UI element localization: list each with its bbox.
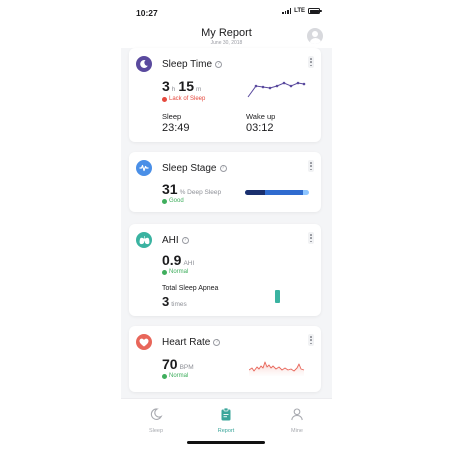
stage-status-text: Good xyxy=(169,198,184,204)
light-sleep-segment xyxy=(264,190,304,195)
ahi-unit: AHI xyxy=(183,260,195,267)
deep-sleep-unit: % Deep Sleep xyxy=(179,189,222,196)
card-title: Heart Rate ? xyxy=(162,337,221,348)
tab-label: Sleep xyxy=(148,428,164,434)
tab-label: Mine xyxy=(291,428,303,434)
bpm-unit: BPM xyxy=(179,364,194,371)
status-indicators: LTE xyxy=(282,8,322,14)
heart-rate-chart xyxy=(249,361,305,376)
sleep-stage-card[interactable]: Sleep Stage ? 31 % Deep Sleep Good xyxy=(129,152,321,212)
card-title: AHI ? xyxy=(162,235,189,246)
apnea-event-bar xyxy=(275,290,280,303)
sleep-stage-title: Sleep Stage xyxy=(162,163,217,174)
info-icon[interactable]: ? xyxy=(219,165,227,172)
moon-icon xyxy=(136,56,152,72)
good-dot-icon xyxy=(162,269,167,275)
ahi-card[interactable]: AHI ? 0.9 AHI Normal Total Sleep Apnea 3… xyxy=(129,224,321,316)
wake-label: Wake up xyxy=(246,112,276,121)
ahi-status: Normal xyxy=(162,269,188,275)
heart-icon xyxy=(136,334,152,350)
tab-sleep[interactable]: Sleep xyxy=(126,407,186,434)
sleep-stage-bar xyxy=(245,190,309,195)
more-options-icon[interactable] xyxy=(308,160,314,172)
wave-icon xyxy=(136,160,152,176)
card-title: Sleep Time ? xyxy=(162,59,223,70)
page-header: My Report June 30, 2018 xyxy=(121,24,332,48)
status-time: 10:27 xyxy=(136,8,158,18)
sleep-status: Lack of Sleep xyxy=(162,96,205,102)
info-icon[interactable]: ? xyxy=(215,61,223,68)
info-icon[interactable]: ? xyxy=(213,339,221,346)
heart-status: Normal xyxy=(162,373,188,379)
heart-rate-card[interactable]: Heart Rate ? 70 BPM Normal xyxy=(129,326,321,392)
phone-screen: 10:27 LTE My Report June 30, 2018 Sleep … xyxy=(121,0,332,450)
sleep-minutes: 15 xyxy=(178,78,194,94)
heart-rate-title: Heart Rate xyxy=(162,337,211,348)
ahi-value: 0.9 AHI xyxy=(162,252,197,268)
lungs-icon xyxy=(136,232,152,248)
tab-label: Report xyxy=(217,428,235,434)
sleep-hours: 3 xyxy=(162,78,170,94)
more-options-icon[interactable] xyxy=(308,334,314,346)
bpm-number: 70 xyxy=(162,356,178,372)
sleep-time-title: Sleep Time xyxy=(162,59,213,70)
sleep-status-text: Lack of Sleep xyxy=(169,96,206,102)
home-indicator[interactable] xyxy=(187,441,265,444)
page-title: My Report xyxy=(201,27,252,39)
apnea-unit: times xyxy=(171,301,187,308)
battery-icon xyxy=(308,8,322,14)
minutes-unit: m xyxy=(196,86,202,93)
hours-unit: h xyxy=(171,86,176,93)
good-dot-icon xyxy=(162,373,167,379)
good-dot-icon xyxy=(162,198,167,204)
sleep-label: Sleep xyxy=(162,112,182,121)
apnea-count: 3 times xyxy=(162,294,190,309)
ahi-status-text: Normal xyxy=(169,269,189,275)
more-options-icon[interactable] xyxy=(308,232,314,244)
heart-rate-value: 70 BPM xyxy=(162,356,197,372)
sleep-time-card[interactable]: Sleep Time ? 3 h 15 m Lack of Sleep Slee… xyxy=(129,48,321,142)
info-icon[interactable]: ? xyxy=(181,237,189,244)
network-label: LTE xyxy=(294,8,305,14)
clipboard-icon xyxy=(221,407,231,421)
ahi-title: AHI xyxy=(162,235,179,246)
deep-sleep-value: 31 % Deep Sleep xyxy=(162,181,224,197)
sleep-trend-chart xyxy=(247,81,306,98)
sleep-start-time: 23:49 xyxy=(162,122,190,134)
ahi-number: 0.9 xyxy=(162,252,182,268)
tab-report[interactable]: Report xyxy=(196,407,256,434)
signal-icon xyxy=(282,8,292,14)
wake-time: 03:12 xyxy=(246,122,274,134)
deep-sleep-segment xyxy=(245,190,265,195)
apnea-label: Total Sleep Apnea xyxy=(162,285,219,292)
card-title: Sleep Stage ? xyxy=(162,163,227,174)
stage-status: Good xyxy=(162,198,184,204)
tab-mine[interactable]: Mine xyxy=(267,407,327,434)
deep-sleep-percent: 31 xyxy=(162,181,178,197)
avatar-icon[interactable] xyxy=(307,28,323,44)
person-outline-icon xyxy=(291,408,303,421)
warning-dot-icon xyxy=(162,96,167,102)
report-date: June 30, 2018 xyxy=(210,40,243,46)
status-bar: 10:27 LTE xyxy=(121,0,332,24)
heart-status-text: Normal xyxy=(169,373,189,379)
sleep-duration: 3 h 15 m xyxy=(162,78,204,94)
apnea-number: 3 xyxy=(162,294,170,309)
more-options-icon[interactable] xyxy=(308,56,314,68)
moon-outline-icon xyxy=(150,408,163,420)
